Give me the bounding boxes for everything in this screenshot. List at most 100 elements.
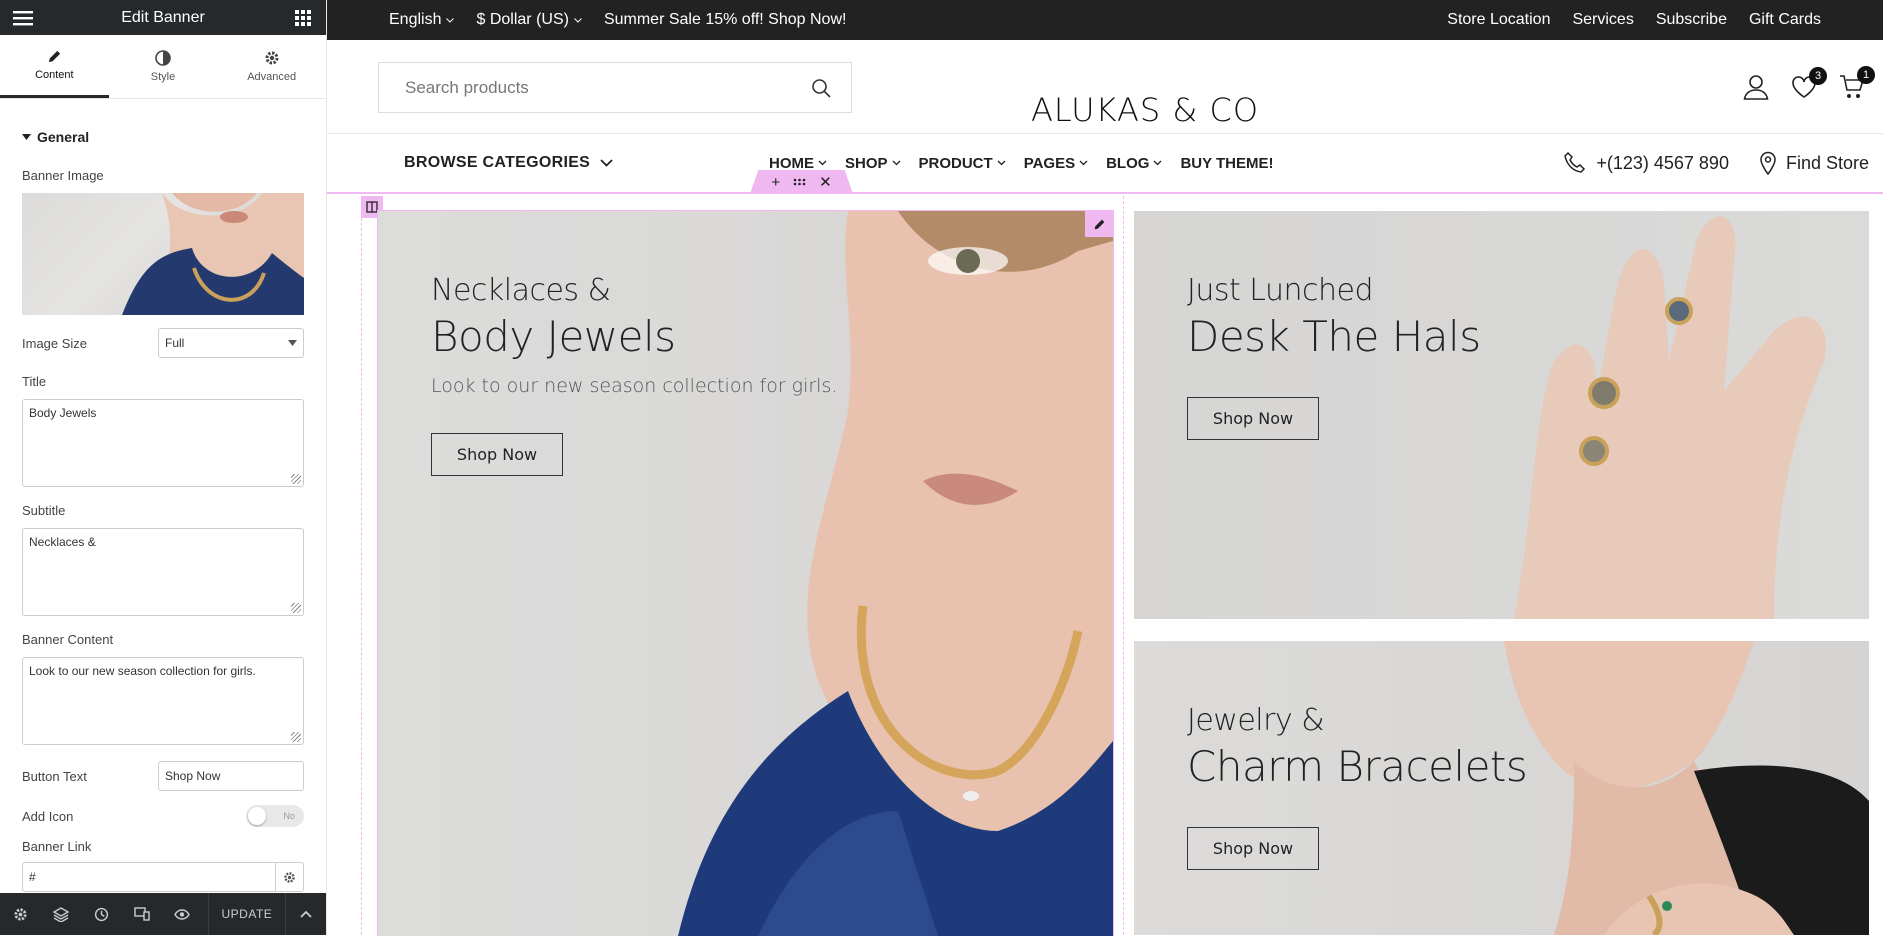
tab-style[interactable]: Style — [109, 35, 218, 98]
menu-label: BLOG — [1106, 154, 1150, 172]
banner-text: Just Lunched Desk The Hals Shop Now — [1187, 273, 1481, 440]
menu-item-buy-theme[interactable]: BUY THEME! — [1180, 155, 1273, 172]
banner-content-label: Banner Content — [22, 632, 114, 647]
update-button[interactable]: UPDATE — [208, 893, 286, 935]
section-general[interactable]: General — [22, 129, 304, 145]
search-icon[interactable] — [811, 78, 831, 98]
chevron-down-icon — [997, 160, 1006, 166]
find-store-link[interactable]: Find Store — [1759, 151, 1869, 175]
banner-title: Desk The Hals — [1187, 312, 1481, 361]
banner-title: Charm Bracelets — [1187, 742, 1528, 791]
widgets-grid-icon[interactable] — [292, 7, 314, 29]
browse-label: BROWSE CATEGORIES — [404, 154, 591, 171]
wishlist-heart-icon[interactable]: 3 — [1791, 67, 1827, 99]
topbar-link-gift-cards[interactable]: Gift Cards — [1749, 11, 1821, 29]
editor-title: Edit Banner — [121, 8, 205, 26]
image-size-value: Full — [165, 336, 185, 350]
menu-item-home[interactable]: HOME — [769, 155, 827, 172]
banner-link-input[interactable]: # — [23, 870, 42, 884]
banner-necklaces[interactable]: Necklaces & Body Jewels Look to our new … — [377, 210, 1114, 936]
add-section-icon[interactable]: + — [771, 174, 780, 191]
menu-label: BUY THEME! — [1180, 154, 1274, 172]
chevron-down-icon — [1153, 160, 1162, 166]
editor-topbar: Edit Banner — [0, 0, 326, 35]
shop-now-button[interactable]: Shop Now — [1187, 397, 1319, 440]
button-text-value: Shop Now — [165, 769, 221, 783]
find-store-label: Find Store — [1785, 152, 1869, 173]
layers-icon[interactable] — [40, 893, 80, 935]
shop-now-button[interactable]: Shop Now — [1187, 827, 1319, 870]
button-text-input[interactable]: Shop Now — [158, 761, 304, 791]
subtitle-label: Subtitle — [22, 503, 66, 518]
topbar-link-store-location[interactable]: Store Location — [1447, 11, 1550, 29]
cart-icon[interactable]: 1 — [1839, 66, 1875, 100]
resize-handle-icon[interactable] — [291, 474, 301, 484]
menu-label: PRODUCT — [918, 154, 993, 172]
settings-gear-icon[interactable] — [0, 893, 40, 935]
tab-label: Style — [150, 71, 176, 83]
edit-pencil-icon[interactable] — [1085, 211, 1113, 237]
menu-item-shop[interactable]: SHOP — [845, 155, 901, 172]
editor-body: General Banner Image Image Size Full Tit… — [0, 99, 326, 893]
shop-now-button[interactable]: Shop Now — [431, 433, 563, 476]
banner-text: Necklaces & Body Jewels Look to our new … — [431, 273, 837, 476]
banner-subtitle: Just Lunched — [1187, 273, 1374, 308]
resize-handle-icon[interactable] — [291, 732, 301, 742]
hamburger-menu-icon[interactable] — [12, 7, 34, 29]
section-title: General — [37, 129, 90, 145]
resize-handle-icon[interactable] — [291, 603, 301, 613]
contrast-icon — [155, 50, 171, 66]
menu-label: SHOP — [845, 154, 888, 172]
topbar-link-subscribe[interactable]: Subscribe — [1656, 11, 1727, 29]
banner-rings[interactable]: Just Lunched Desk The Hals Shop Now — [1134, 211, 1869, 619]
chevron-down-icon — [446, 17, 455, 23]
editor-panel: Edit Banner Content Style Advanced Gener… — [0, 0, 327, 935]
caret-down-icon — [288, 340, 297, 346]
banner-image-preview[interactable] — [22, 193, 304, 315]
browse-categories-button[interactable]: BROWSE CATEGORIES — [404, 154, 613, 172]
title-textarea[interactable]: Body Jewels — [22, 399, 304, 487]
banner-bracelets[interactable]: Jewelry & Charm Bracelets Shop Now — [1134, 641, 1869, 935]
site-logo[interactable]: ALUKAS & CO — [1031, 91, 1259, 129]
banner-subtitle: Necklaces & — [431, 273, 611, 308]
tab-advanced[interactable]: Advanced — [217, 35, 326, 98]
subtitle-textarea[interactable]: Necklaces & — [22, 528, 304, 616]
chevron-up-icon[interactable] — [286, 893, 326, 935]
phone-icon — [1563, 151, 1587, 175]
tab-label: Content — [35, 69, 74, 81]
currency-value: $ Dollar (US) — [476, 11, 569, 28]
account-user-icon[interactable] — [1743, 74, 1769, 100]
promo-text[interactable]: Summer Sale 15% off! Shop Now! — [604, 11, 847, 29]
history-icon[interactable] — [81, 893, 121, 935]
drag-handle-icon[interactable] — [793, 178, 806, 186]
chevron-down-icon — [600, 159, 613, 167]
image-size-select[interactable]: Full — [158, 328, 304, 358]
button-text-label: Button Text — [22, 768, 87, 784]
tab-label: Advanced — [247, 71, 297, 83]
menu-label: HOME — [769, 154, 814, 172]
main-nav: BROWSE CATEGORIES HOME SHOP PRODUCT PAGE… — [327, 134, 1883, 194]
link-settings-gear-icon[interactable] — [275, 863, 303, 891]
gear-icon — [264, 50, 280, 66]
search-input[interactable]: Search products — [405, 78, 529, 98]
menu-item-pages[interactable]: PAGES — [1024, 155, 1088, 172]
phone-link[interactable]: +(123) 4567 890 — [1563, 151, 1729, 175]
wishlist-count-badge: 3 — [1809, 67, 1827, 85]
responsive-mode-icon[interactable] — [121, 893, 161, 935]
toggle-knob — [248, 807, 266, 825]
topbar-link-services[interactable]: Services — [1572, 11, 1633, 29]
topbar: English $ Dollar (US) Summer Sale 15% of… — [327, 0, 1883, 40]
preview-eye-icon[interactable] — [162, 893, 202, 935]
add-icon-toggle[interactable]: No — [246, 805, 304, 827]
column-guide — [361, 218, 362, 935]
search-box[interactable]: Search products — [378, 62, 852, 113]
menu-item-product[interactable]: PRODUCT — [919, 155, 1006, 172]
caret-down-icon — [22, 134, 31, 140]
close-icon[interactable]: ✕ — [819, 173, 832, 191]
chevron-down-icon — [1079, 160, 1088, 166]
banner-content-textarea[interactable]: Look to our new season collection for gi… — [22, 657, 304, 745]
tab-content[interactable]: Content — [0, 35, 109, 98]
language-dropdown[interactable]: English — [389, 11, 455, 29]
menu-item-blog[interactable]: BLOG — [1106, 155, 1162, 172]
currency-dropdown[interactable]: $ Dollar (US) — [476, 11, 582, 29]
